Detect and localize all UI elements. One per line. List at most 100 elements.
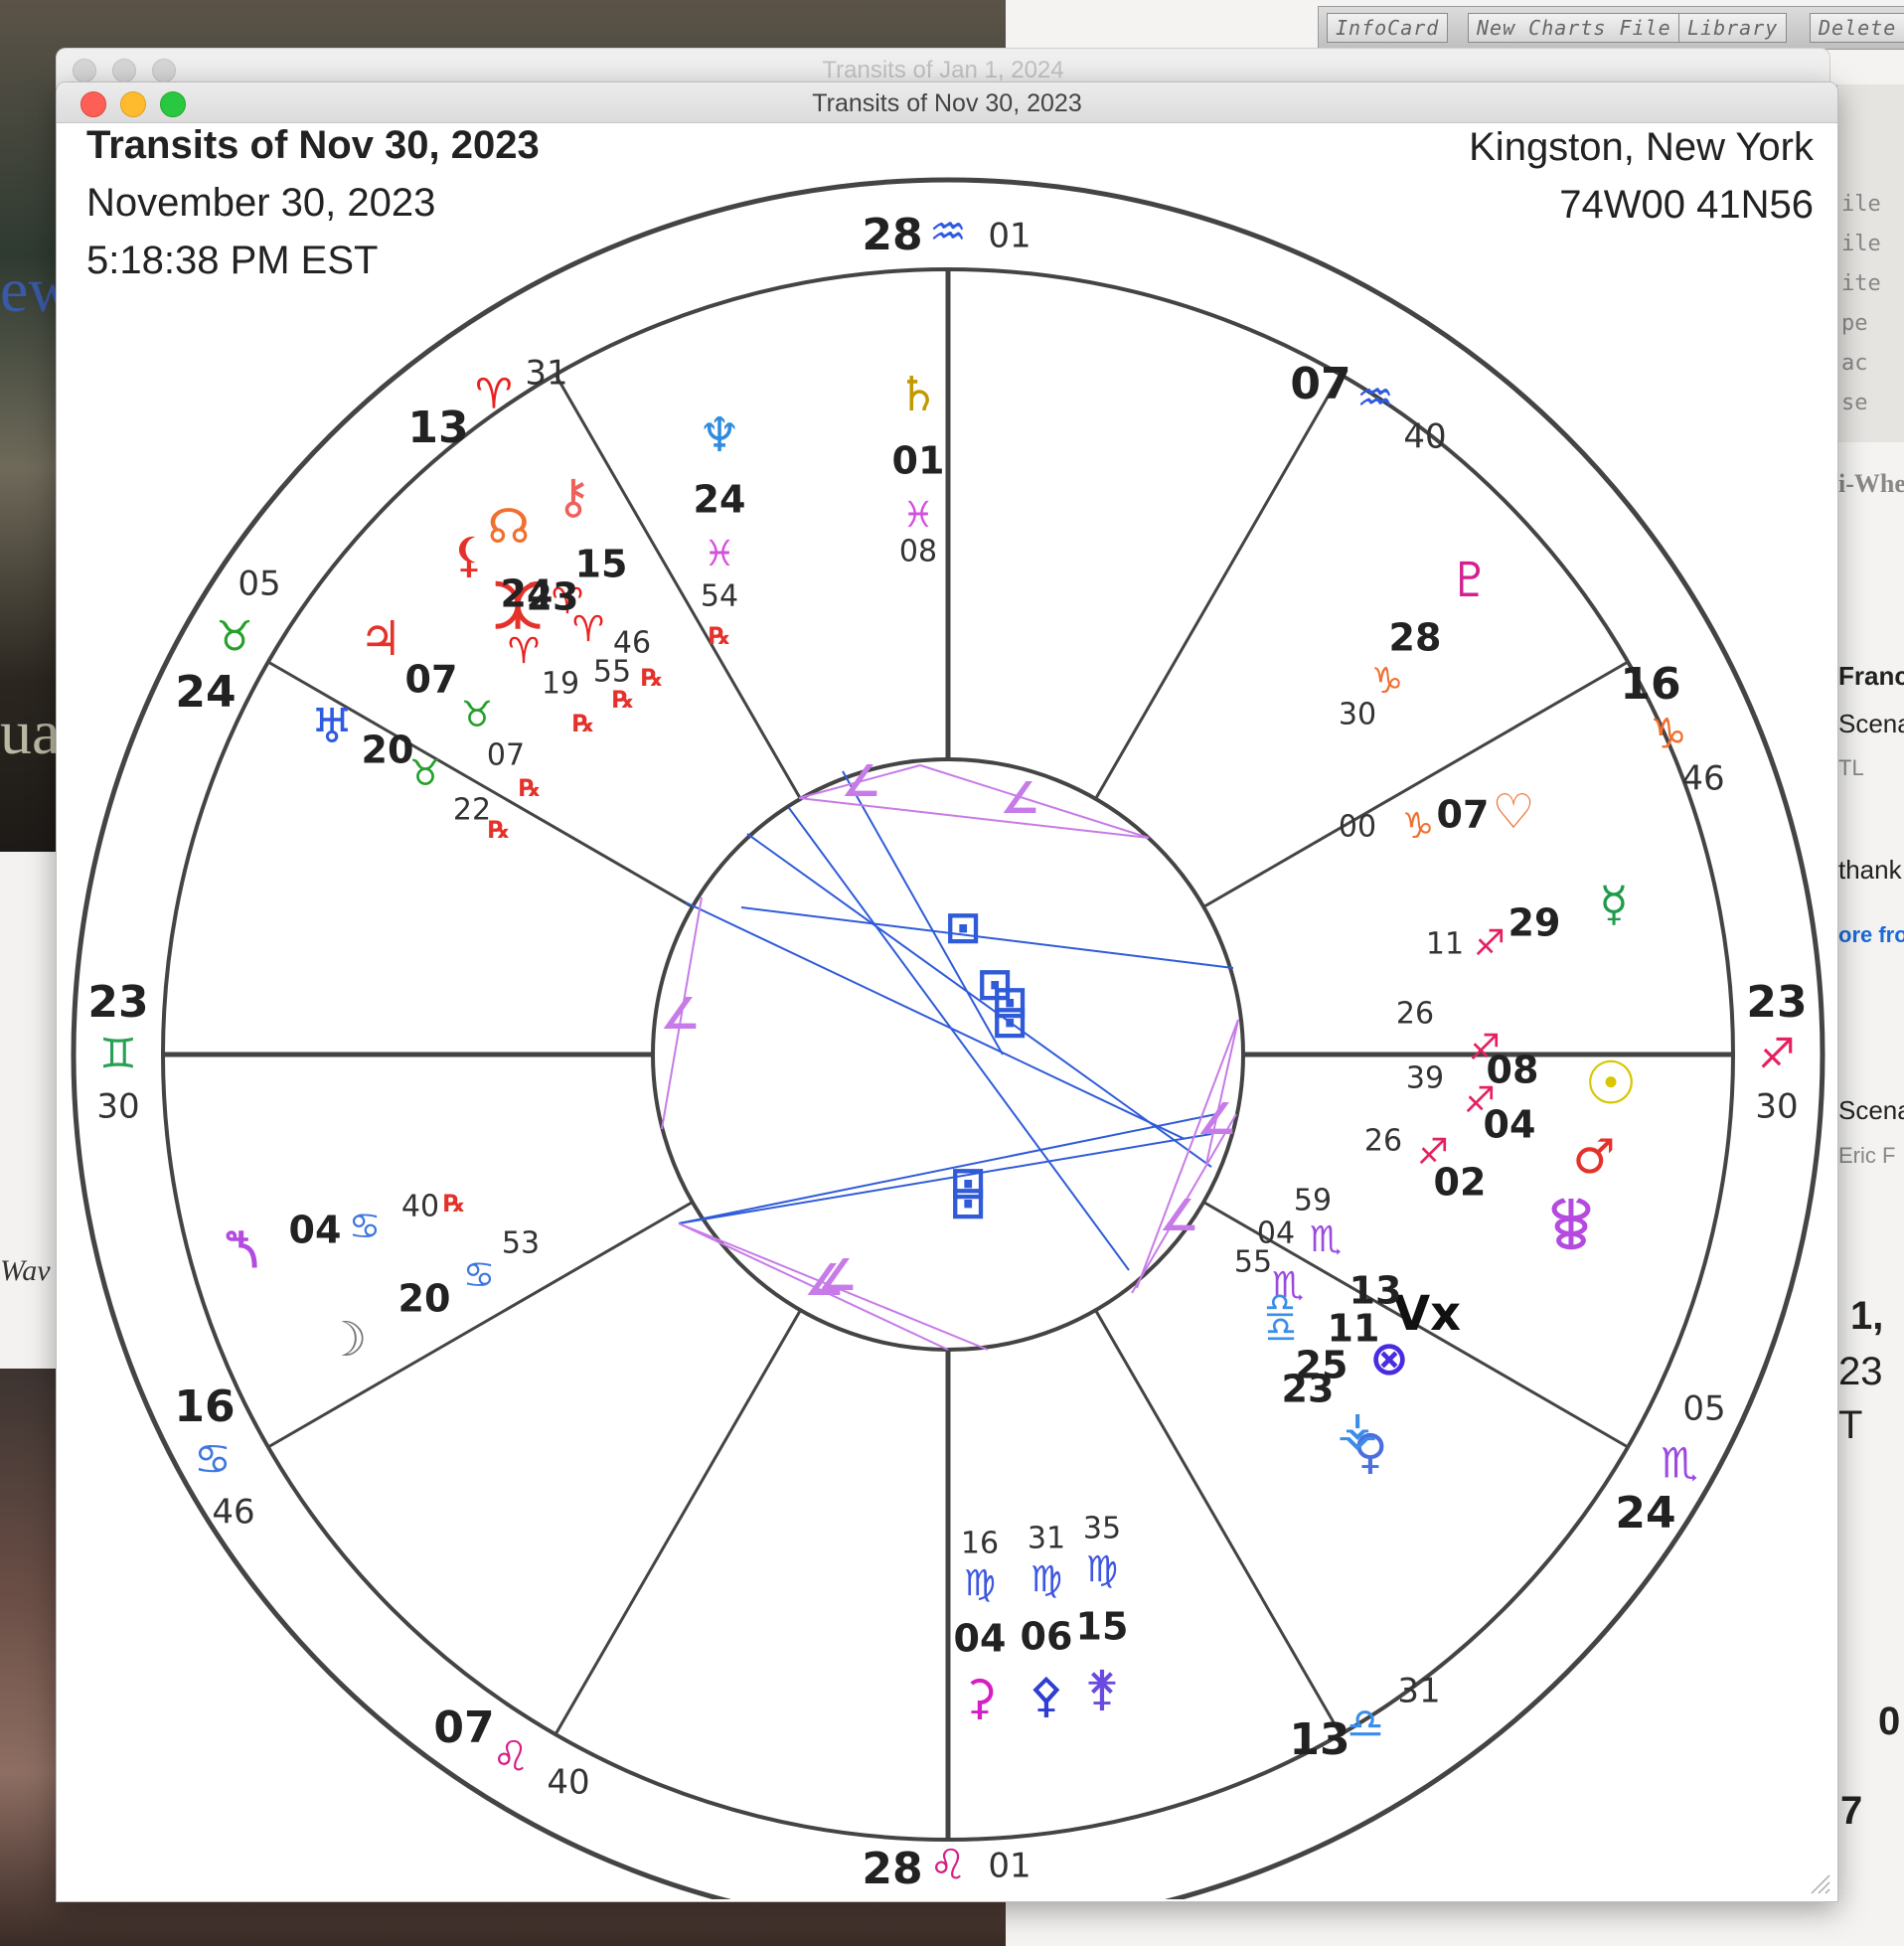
cusp-minute: 31: [1397, 1672, 1440, 1711]
window-title: Transits of Nov 30, 2023: [812, 89, 1082, 117]
cusp-sign-icon: ♋: [194, 1435, 232, 1484]
cusp-degree: 07: [1290, 359, 1350, 409]
planet-sign-icon: ♍: [1086, 1549, 1118, 1590]
cusp-minute: 46: [212, 1493, 254, 1533]
background-text: TL: [1838, 755, 1864, 780]
background-text: ua: [0, 697, 61, 767]
planet-degree: 24: [501, 572, 554, 616]
planet-sign-icon: ♉: [409, 753, 441, 794]
background-text: Scena: [1838, 1095, 1904, 1125]
house-cusp-line: [1094, 374, 1343, 800]
house-cusp-line: [554, 1309, 802, 1735]
square-aspect-icon: ⊡: [945, 902, 982, 953]
cusp-sign-icon: ♊: [99, 1030, 137, 1078]
cusp-degree: 28: [862, 1844, 922, 1894]
infocard-button[interactable]: InfoCard: [1327, 13, 1449, 43]
delete-button[interactable]: Delete: [1810, 13, 1904, 43]
background-link[interactable]: ore from: [1838, 922, 1904, 948]
hygiea-icon: ⯚: [1550, 1198, 1592, 1253]
planet-sign-icon: ♓: [704, 534, 735, 574]
cusp-sign-icon: ♎: [1347, 1700, 1384, 1748]
planet-sign-icon: ♉: [461, 695, 493, 735]
background-text: i-Whe: [1838, 469, 1904, 498]
planet-sign-icon: ♋: [349, 1207, 381, 1247]
house-cusp-line: [1202, 660, 1629, 908]
sidebar-item[interactable]: pe: [1841, 311, 1868, 336]
chiron-icon: ⚷: [555, 469, 590, 525]
cusp-minute: 30: [96, 1087, 139, 1127]
planet-sign-icon: ♈: [572, 609, 604, 650]
sidebar-item[interactable]: ac: [1841, 351, 1868, 376]
sidebar-item[interactable]: ile: [1841, 192, 1881, 217]
planet-minute: 53: [502, 1226, 540, 1261]
cusp-degree: 24: [1615, 1488, 1675, 1539]
semisquare-aspect-icon: ∠: [1000, 773, 1038, 824]
pallas-icon: ⚴: [1029, 1668, 1063, 1723]
other-app-toolbar: InfoCard New Charts File Library Delete: [1318, 6, 1904, 50]
vesta-icon: ⚶: [1338, 1401, 1378, 1457]
cusp-minute: 01: [988, 1847, 1031, 1886]
cusp-degree: 13: [407, 403, 468, 453]
ceres-icon: ⚳: [962, 1670, 997, 1725]
planet-minute: 00: [1339, 810, 1376, 845]
cusp-sign-icon: ♒: [1356, 374, 1394, 422]
background-text: Scena: [1838, 709, 1904, 738]
planet-degree: 04: [954, 1617, 1007, 1661]
retrograde-icon: ℞: [443, 1190, 465, 1217]
library-button[interactable]: Library: [1678, 13, 1788, 43]
planet-minute: 26: [1364, 1124, 1402, 1159]
planet-degree: 20: [398, 1277, 451, 1321]
planet-minute: 35: [1083, 1512, 1121, 1546]
sidebar-item[interactable]: ite: [1841, 271, 1881, 296]
planet-sign-icon: ♏: [1310, 1219, 1342, 1260]
resize-grip-icon[interactable]: [1810, 1873, 1831, 1895]
background-text: thank: [1838, 855, 1902, 885]
jupiter-icon: ♃: [359, 611, 401, 667]
chart-wheel: 23♊3016♋4607♌4028 ♌ 0113♎3124♏0523♐3016♑46…: [71, 177, 1825, 1899]
cusp-degree: 16: [174, 1381, 235, 1432]
retrograde-icon: ℞: [709, 622, 730, 650]
chart-date: November 30, 2023: [86, 181, 436, 225]
cusp-degree: 13: [1289, 1714, 1349, 1765]
retrograde-icon: ℞: [641, 664, 663, 692]
semisquare-aspect-icon: ∠: [841, 756, 879, 807]
planet-sign-icon: ♈: [508, 631, 540, 672]
chart-time: 5:18:38 PM EST: [86, 239, 379, 282]
moon-icon: ☽: [324, 1312, 367, 1368]
aspect-hub: [651, 757, 1245, 1352]
background-text: 23: [1838, 1350, 1883, 1393]
new-charts-file-button[interactable]: New Charts File: [1468, 13, 1680, 43]
chart-location: Kingston, New York: [1469, 125, 1814, 169]
cusp-minute: 30: [1755, 1087, 1798, 1127]
cusp-minute: 40: [547, 1763, 589, 1803]
sidebar-item[interactable]: ile: [1841, 232, 1881, 256]
pluto-icon: ♇: [1448, 553, 1491, 608]
saturn-icon: ♄: [896, 367, 939, 422]
juno-icon: ⚵: [1084, 1661, 1119, 1716]
planet-sign-icon: ♐: [1469, 1028, 1501, 1068]
sedna-icon: ⯲: [226, 1222, 259, 1278]
planet-degree: 28: [1389, 616, 1442, 660]
cusp-sign-icon: ♒: [929, 208, 967, 256]
planet-sign-icon: ♑: [1402, 806, 1434, 847]
cusp-minute: 46: [1681, 759, 1724, 799]
semisquare-aspect-icon: ∠: [660, 989, 699, 1040]
window-titlebar[interactable]: Transits of Nov 30, 2023: [57, 82, 1837, 123]
retrograde-icon: ℞: [519, 774, 541, 802]
semisquare-aspect-icon: ∠: [1159, 1191, 1197, 1241]
planet-sign-icon: ♐: [1417, 1132, 1449, 1173]
planet-degree: 07: [405, 658, 458, 702]
planet-minute: 22: [453, 793, 491, 828]
semisquare-aspect-icon: ∠: [817, 1250, 856, 1301]
planet-degree: 06: [1021, 1615, 1073, 1659]
planet-minute: 55: [1234, 1245, 1272, 1280]
lilith-icon: ⚸: [451, 528, 486, 583]
eros-icon: ♡: [1492, 784, 1534, 840]
planet-sign-icon: ♎: [1264, 1286, 1296, 1327]
chart-coordinates: 74W00 41N56: [1559, 183, 1814, 227]
cusp-minute: 05: [1682, 1389, 1725, 1429]
planet-sign-icon: ♑: [1371, 661, 1403, 702]
sidebar-item[interactable]: se: [1841, 391, 1868, 415]
cusp-minute: 05: [238, 565, 280, 604]
planet-degree: 24: [694, 478, 746, 522]
